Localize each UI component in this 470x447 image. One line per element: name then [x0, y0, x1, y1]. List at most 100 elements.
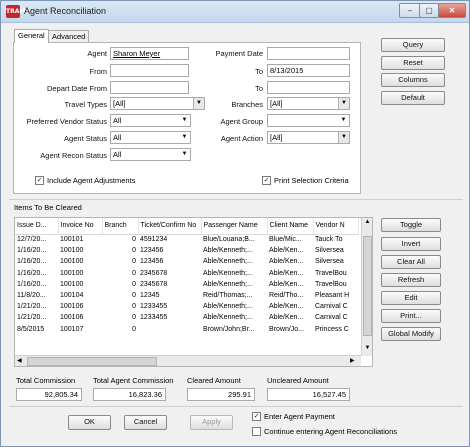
horizontal-scrollbar[interactable]: ◀ ▶ — [15, 355, 361, 366]
chevron-down-icon[interactable]: ▼ — [179, 132, 190, 143]
from-field[interactable] — [110, 64, 189, 77]
chevron-down-icon[interactable]: ▼ — [338, 98, 349, 109]
print-selection-criteria-checkbox[interactable]: ✓ — [262, 176, 271, 185]
vertical-scrollbar[interactable]: ▲ ▼ — [361, 218, 372, 356]
preferred-vendor-status-label: Preferred Vendor Status — [26, 117, 107, 126]
default-button[interactable]: Default — [381, 91, 445, 105]
cell-invoice-no: 100106 — [60, 303, 84, 311]
cancel-button[interactable]: Cancel — [124, 415, 167, 430]
table-row[interactable]: 1/16/20... 100100 0 2345678 Able/Kenneth;...… — [15, 268, 358, 279]
chevron-down-icon[interactable]: ▼ — [179, 115, 190, 126]
cell-vendor-name: Silversea — [315, 247, 344, 255]
reset-button[interactable]: Reset — [381, 56, 445, 70]
chevron-down-icon[interactable]: ▼ — [338, 115, 349, 126]
total-agent-commission-value: 16,823.36 — [93, 388, 166, 401]
divider — [9, 406, 463, 407]
cell-invoice-no: 100101 — [60, 236, 84, 244]
depart-to-field[interactable] — [267, 81, 350, 94]
column-header-invoice-no[interactable]: Invoice No — [58, 218, 103, 235]
horizontal-scroll-thumb[interactable] — [27, 357, 157, 366]
agent-recon-status-combo[interactable]: All ▼ — [110, 148, 191, 161]
cell-branch: 0 — [132, 292, 136, 300]
cell-branch: 0 — [132, 247, 136, 255]
cell-issue-date: 1/16/20... — [17, 247, 47, 255]
depart-date-from-field[interactable] — [110, 81, 189, 94]
ok-button[interactable]: OK — [68, 415, 111, 430]
chevron-down-icon[interactable]: ▼ — [179, 149, 190, 160]
items-section-title: Items To Be Cleared — [14, 203, 82, 212]
tab-general[interactable]: General — [14, 29, 49, 43]
agent-group-combo[interactable]: ▼ — [267, 114, 350, 127]
agent-group-label: Agent Group — [220, 117, 263, 126]
vertical-scroll-thumb[interactable] — [363, 236, 372, 336]
chevron-down-icon[interactable]: ▼ — [338, 132, 349, 143]
cell-ticket-confirm-no: 123456 — [140, 258, 164, 266]
clear-all-button[interactable]: Clear All — [381, 255, 441, 269]
maximize-button[interactable]: ▢ — [419, 3, 439, 18]
cell-branch: 0 — [132, 269, 136, 277]
scroll-down-icon[interactable]: ▼ — [363, 345, 372, 354]
branches-combo[interactable]: [All] ▼ — [267, 97, 350, 110]
table-row[interactable]: 1/16/20... 100100 0 2345678 Able/Kenneth;...… — [15, 279, 358, 290]
cell-vendor-name: Carnival C — [315, 303, 348, 311]
global-modify-button[interactable]: Global Modify — [381, 327, 441, 341]
continue-entering-checkbox[interactable] — [252, 427, 261, 436]
agent-action-combo[interactable]: [All] ▼ — [267, 131, 350, 144]
table-row[interactable]: 8/5/2015 100107 0 Brown/John;Br... Brown/Jo.… — [15, 324, 358, 335]
cell-client-name: Able/Ken... — [269, 303, 304, 311]
items-table: Issue D... Invoice No Branch Ticket/Conf… — [15, 218, 359, 335]
uncleared-amount-value: 16,527.45 — [267, 388, 350, 401]
close-button[interactable]: ✕ — [438, 3, 466, 18]
column-header-passenger-name[interactable]: Passenger Name — [201, 218, 268, 235]
column-header-vendor-name[interactable]: Vendor N — [313, 218, 359, 235]
table-row[interactable]: 1/16/20... 100100 0 123456 Able/Kenneth;... A… — [15, 245, 358, 256]
minimize-button[interactable]: – — [399, 3, 421, 18]
enter-agent-payment-checkbox[interactable]: ✓ — [252, 412, 261, 421]
table-row[interactable]: 1/21/20... 100106 0 1233455 Able/Kenneth;...… — [15, 312, 358, 323]
scroll-right-icon[interactable]: ▶ — [350, 357, 359, 366]
cell-invoice-no: 100107 — [60, 325, 84, 333]
table-row[interactable]: 1/21/20... 100106 0 1233455 Able/Kenneth;...… — [15, 301, 358, 312]
query-button[interactable]: Query — [381, 38, 445, 52]
cell-vendor-name: Silversea — [315, 258, 344, 266]
to-field[interactable]: 8/13/2015 — [267, 64, 350, 77]
cell-branch: 0 — [132, 258, 136, 266]
preferred-vendor-status-combo[interactable]: All ▼ — [110, 114, 191, 127]
column-header-branch[interactable]: Branch — [102, 218, 139, 235]
columns-button[interactable]: Columns — [381, 73, 445, 87]
scroll-left-icon[interactable]: ◀ — [17, 357, 26, 366]
table-row[interactable]: 11/8/20... 100104 0 12345 Reid/Thomas;... Rei… — [15, 290, 358, 301]
column-header-client-name[interactable]: Client Name — [267, 218, 314, 235]
cell-client-name: Able/Ken... — [269, 280, 304, 288]
cell-client-name: Brown/Jo... — [269, 325, 305, 333]
depart-date-from-label: Depart Date From — [46, 84, 107, 93]
items-grid[interactable]: Issue D... Invoice No Branch Ticket/Conf… — [14, 217, 373, 367]
table-row[interactable]: 12/7/20... 100101 0 4591234 Blue/Louana;B...… — [15, 234, 358, 245]
agent-action-value: [All] — [270, 133, 283, 142]
toggle-button[interactable]: Toggle — [381, 218, 441, 232]
total-agent-commission-label: Total Agent Commission — [93, 376, 174, 385]
cell-issue-date: 1/16/20... — [17, 280, 47, 288]
column-header-ticket-confirm-no[interactable]: Ticket/Confirm No — [138, 218, 202, 235]
agent-action-label: Agent Action — [220, 134, 263, 143]
cell-issue-date: 1/16/20... — [17, 258, 47, 266]
include-agent-adjustments-checkbox[interactable]: ✓ — [35, 176, 44, 185]
scroll-up-icon[interactable]: ▲ — [363, 219, 372, 228]
table-row[interactable]: 1/16/20... 100100 0 123456 Able/Kenneth;... A… — [15, 256, 358, 267]
cell-client-name: Able/Ken... — [269, 258, 304, 266]
cell-vendor-name: TravelBou — [315, 269, 347, 277]
total-commission-value: 92,805.34 — [16, 388, 82, 401]
agent-status-combo[interactable]: All ▼ — [110, 131, 191, 144]
refresh-button[interactable]: Refresh — [381, 273, 441, 287]
payment-date-field[interactable] — [267, 47, 350, 60]
agent-field[interactable]: Sharon Meyer — [110, 47, 189, 60]
title-bar[interactable]: TRAMS Agent Reconciliation – ▢ ✕ — [1, 1, 469, 23]
print-button[interactable]: Print... — [381, 309, 441, 323]
apply-button[interactable]: Apply — [190, 415, 233, 430]
invert-button[interactable]: Invert — [381, 237, 441, 251]
cell-passenger-name: Able/Kenneth;... — [203, 269, 253, 277]
travel-types-combo[interactable]: [All] ▼ — [110, 97, 205, 110]
column-header-issue-date[interactable]: Issue D... — [15, 218, 59, 235]
continue-entering-label: Continue entering Agent Reconciliations — [264, 427, 398, 436]
edit-button[interactable]: Edit — [381, 291, 441, 305]
